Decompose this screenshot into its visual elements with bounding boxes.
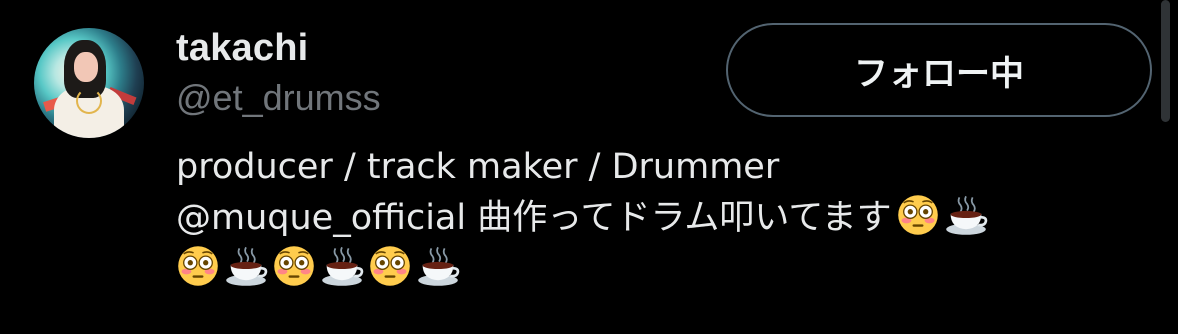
avatar[interactable]: [34, 28, 144, 138]
following-button[interactable]: フォロー中: [726, 23, 1152, 117]
flushed-face-icon: [272, 244, 316, 288]
hot-beverage-icon: [416, 244, 460, 288]
bio-line-3: [176, 244, 1156, 295]
profile-card: takachi @et_drumss フォロー中 producer / trac…: [0, 0, 1178, 334]
profile-bio: producer / track maker / Drummer @muque_…: [176, 142, 1156, 295]
display-name[interactable]: takachi: [176, 26, 308, 70]
flushed-face-icon: [176, 244, 220, 288]
user-handle[interactable]: @et_drumss: [176, 76, 381, 120]
scrollbar[interactable]: [1161, 0, 1170, 122]
hot-beverage-icon: [224, 244, 268, 288]
flushed-face-icon: [368, 244, 412, 288]
flushed-face-icon: [896, 193, 940, 237]
hot-beverage-icon: [320, 244, 364, 288]
bio-line-1: producer / track maker / Drummer: [176, 147, 780, 187]
bio-line-2-text: @muque_official 曲作ってドラム叩いてます: [176, 198, 892, 238]
bio-line-2: @muque_official 曲作ってドラム叩いてます: [176, 193, 1156, 244]
hot-beverage-icon: [944, 193, 988, 237]
